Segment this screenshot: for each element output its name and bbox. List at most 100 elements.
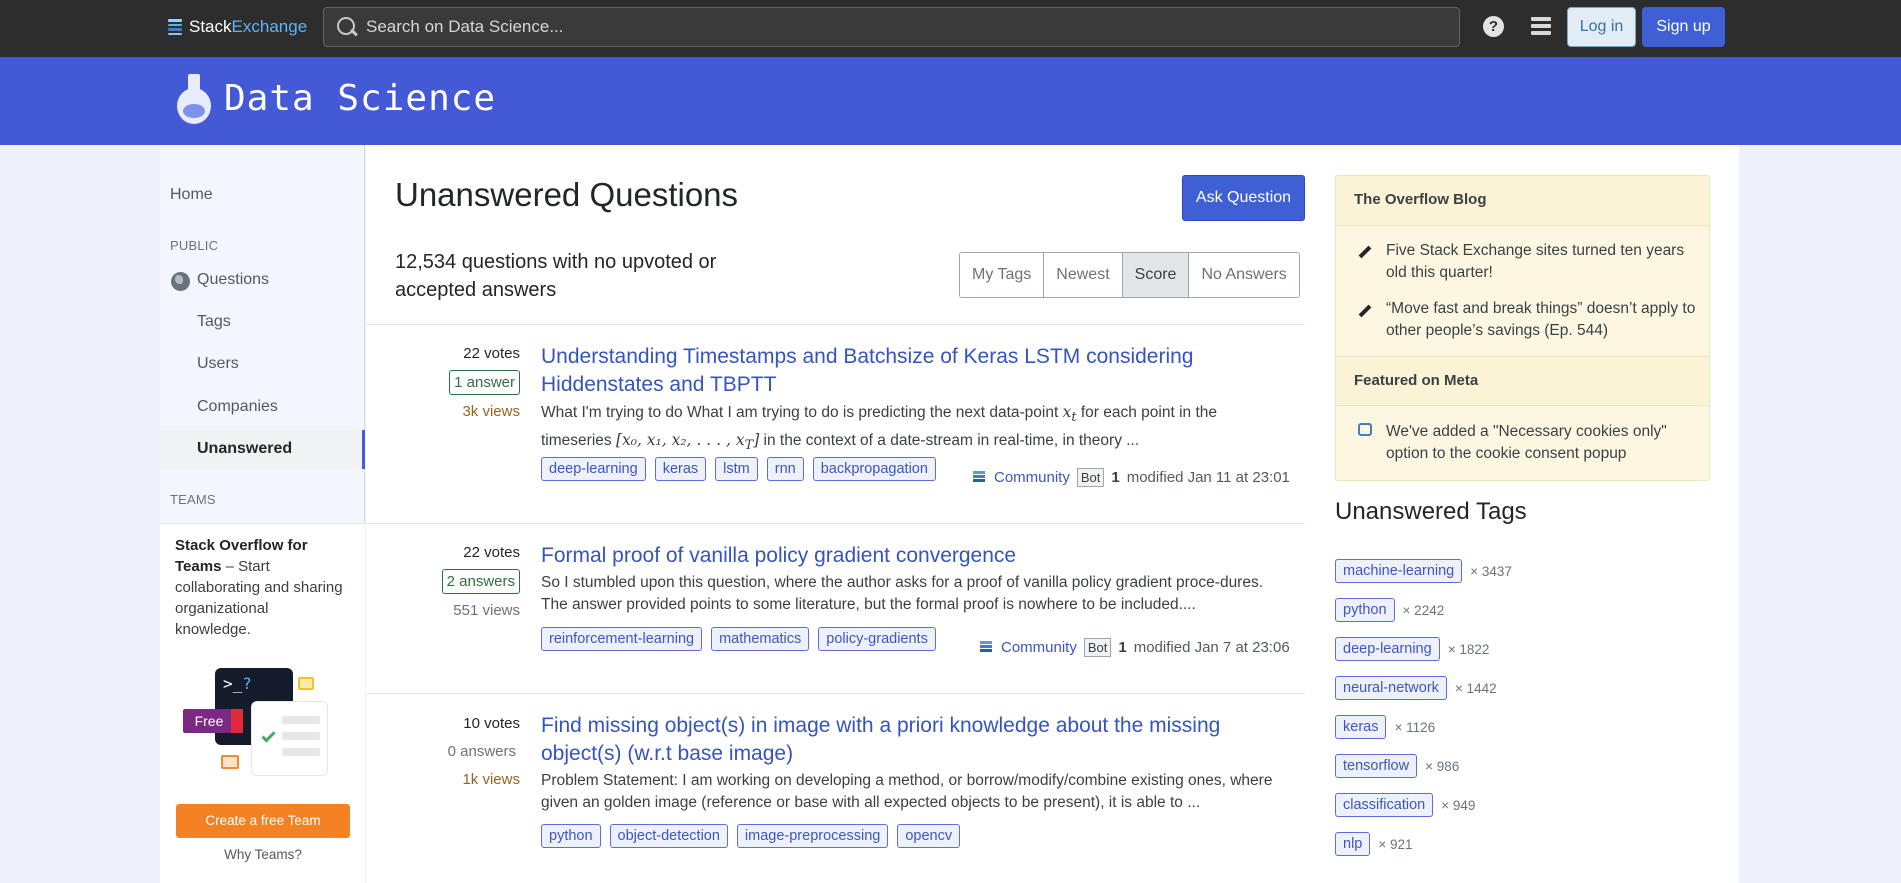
nav-tags[interactable]: Tags <box>197 313 231 331</box>
answer-count: 0 answers <box>447 743 516 760</box>
site-switcher-icon[interactable] <box>1531 17 1551 36</box>
tag[interactable]: reinforcement-learning <box>541 627 703 651</box>
community-avatar-icon <box>973 471 985 484</box>
teams-illustration: >_? Free <box>183 665 333 783</box>
tag-count: × 1442 <box>1454 680 1497 696</box>
create-free-team-button[interactable]: Create a free Team <box>176 804 350 838</box>
search-input[interactable] <box>366 17 1366 37</box>
tag-row: deep-learning × 1822 <box>1335 637 1489 661</box>
tag[interactable]: keras <box>1335 715 1387 739</box>
filter-newest[interactable]: Newest <box>1044 253 1123 297</box>
signup-button[interactable]: Sign up <box>1642 7 1725 47</box>
background-pattern-right <box>1739 145 1901 883</box>
nav-users[interactable]: Users <box>197 355 239 373</box>
tag[interactable]: python <box>1335 598 1395 622</box>
site-title[interactable]: Data Science <box>224 78 496 119</box>
tag[interactable]: python <box>541 824 601 848</box>
blog-header: The Overflow Blog <box>1336 176 1709 226</box>
tag-row: nlp × 921 <box>1335 832 1413 856</box>
question-stats: 10 votes 0 answers 1k views <box>400 715 520 788</box>
ask-question-button[interactable]: Ask Question <box>1182 175 1305 221</box>
tag[interactable]: keras <box>654 457 707 481</box>
page-title: Unanswered Questions <box>395 176 739 213</box>
tag[interactable]: machine-learning <box>1335 559 1463 583</box>
tag[interactable]: backpropagation <box>812 457 936 481</box>
logo-text-stack: Stack <box>189 17 232 36</box>
question-title[interactable]: Understanding Timestamps and Batchsize o… <box>541 343 1301 399</box>
tag-count: × 949 <box>1441 797 1476 813</box>
tag[interactable]: classification <box>1335 793 1434 817</box>
tag[interactable]: mathematics <box>711 627 810 651</box>
tag[interactable]: deep-learning <box>541 457 646 481</box>
tag-count: × 986 <box>1425 758 1460 774</box>
modified-time[interactable]: modified Jan 7 at 23:06 <box>1134 639 1290 656</box>
stackexchange-logo[interactable]: Stack Exchange <box>168 16 307 38</box>
nav-questions[interactable]: Questions <box>197 271 269 289</box>
question-tags: deep-learning keras lstm rnn backpropaga… <box>541 457 936 481</box>
question-excerpt: What I'm trying to do What I am trying t… <box>541 401 1281 457</box>
flask-logo-icon[interactable] <box>175 74 213 128</box>
tag[interactable]: neural-network <box>1335 676 1447 700</box>
meta-header: Featured on Meta <box>1336 356 1709 406</box>
tag-row: neural-network × 1442 <box>1335 676 1497 700</box>
tag[interactable]: tensorflow <box>1335 754 1418 778</box>
filter-score[interactable]: Score <box>1122 253 1190 297</box>
nav-companies[interactable]: Companies <box>197 398 278 416</box>
tag[interactable]: image-preprocessing <box>736 824 889 848</box>
tag[interactable]: rnn <box>766 457 804 481</box>
question-title[interactable]: Formal proof of vanilla policy gradient … <box>541 542 1301 570</box>
excerpt-text: in the context of a date-stream in real-… <box>759 432 1140 450</box>
reputation: 1 <box>1118 639 1127 656</box>
tag[interactable]: deep-learning <box>1335 637 1440 661</box>
question-stats: 22 votes 2 answers 551 views <box>400 544 520 619</box>
filter-no-answers[interactable]: No Answers <box>1189 253 1299 297</box>
terminal-prompt: >_ <box>223 674 243 693</box>
tag[interactable]: opencv <box>897 824 961 848</box>
tag[interactable]: policy-gradients <box>818 627 936 651</box>
help-icon[interactable]: ? <box>1483 16 1504 37</box>
question-stats: 22 votes 1 answer 3k views <box>400 345 520 420</box>
globe-icon <box>171 272 190 291</box>
vote-count: 10 votes <box>463 715 520 732</box>
login-button[interactable]: Log in <box>1567 7 1636 47</box>
question-excerpt: So I stumbled upon this question, where … <box>541 574 1264 613</box>
why-teams-link[interactable]: Why Teams? <box>176 847 350 862</box>
divider <box>366 693 1305 694</box>
answer-count: 2 answers <box>441 569 520 594</box>
question-tags: python object-detection image-preprocess… <box>541 824 961 848</box>
question-title[interactable]: Find missing object(s) in image with a p… <box>541 712 1301 768</box>
math-sub: T <box>744 438 754 454</box>
excerpt-text: for each point in the <box>1076 404 1218 421</box>
tag[interactable]: nlp <box>1335 832 1371 856</box>
view-count: 551 views <box>453 602 520 619</box>
user-info: Community Bot 1 modified Jan 11 at 23:01 <box>973 468 1290 487</box>
vote-count: 22 votes <box>463 544 520 561</box>
tag-row: machine-learning × 3437 <box>1335 559 1512 583</box>
question-tags: reinforcement-learning mathematics polic… <box>541 627 936 651</box>
filter-my-tags[interactable]: My Tags <box>960 253 1045 297</box>
tag[interactable]: object-detection <box>609 824 728 848</box>
chat-icon <box>1358 423 1372 436</box>
user-name[interactable]: Community <box>1001 639 1077 656</box>
chat-bubble-icon <box>298 677 314 690</box>
nav-unanswered[interactable]: Unanswered <box>197 440 292 458</box>
bot-badge: Bot <box>1076 468 1105 487</box>
teams-description: Stack Overflow for Teams – Start collabo… <box>175 535 345 640</box>
user-name[interactable]: Community <box>994 469 1070 486</box>
stackexchange-icon <box>168 19 182 35</box>
checklist-card-graphic <box>251 701 328 776</box>
nav-home[interactable]: Home <box>170 186 213 204</box>
meta-item[interactable]: We've added a "Necessary cookies only" o… <box>1386 421 1696 465</box>
logo-text-exchange: Exchange <box>231 17 308 36</box>
tag[interactable]: lstm <box>715 457 758 481</box>
search-box[interactable] <box>323 7 1460 47</box>
excerpt-text: timeseries <box>541 432 616 450</box>
blog-item[interactable]: Five Stack Exchange sites turned ten yea… <box>1386 240 1696 284</box>
question-count: 12,534 questions with no upvoted or acce… <box>395 251 717 301</box>
search-icon <box>336 16 358 38</box>
background-pattern-left <box>0 145 160 883</box>
divider <box>366 523 1305 524</box>
modified-time[interactable]: modified Jan 11 at 23:01 <box>1127 469 1290 486</box>
blog-item[interactable]: “Move fast and break things” doesn’t app… <box>1386 298 1696 342</box>
community-avatar-icon <box>980 641 992 654</box>
